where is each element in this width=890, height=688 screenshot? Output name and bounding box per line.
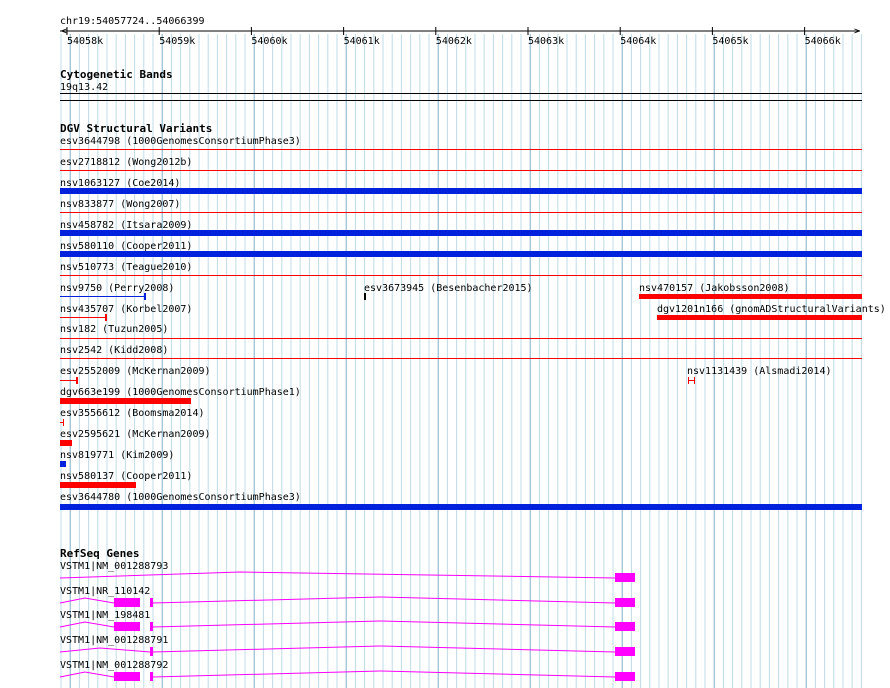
- variant-feature[interactable]: [60, 230, 862, 236]
- variant-label[interactable]: esv2718812 (Wong2012b): [60, 157, 192, 168]
- ruler-tick-label: 54061k: [344, 36, 380, 47]
- variant-feature-end: [105, 314, 107, 321]
- variant-feature-end: [63, 419, 64, 426]
- track-separator: [60, 100, 862, 101]
- gene-label[interactable]: VSTM1|NR_110142: [60, 586, 150, 597]
- variant-label[interactable]: nsv833877 (Wong2007): [60, 199, 180, 210]
- ruler-tick-label: 54060k: [251, 36, 287, 47]
- variant-feature[interactable]: [60, 358, 862, 359]
- cytoband-track-title: Cytogenetic Bands: [60, 68, 173, 81]
- variant-label[interactable]: esv2595621 (McKernan2009): [60, 429, 211, 440]
- gene-exon: [150, 622, 153, 631]
- variant-feature[interactable]: [60, 482, 136, 488]
- variant-label[interactable]: nsv819771 (Kim2009): [60, 450, 174, 461]
- gene-exon: [150, 598, 153, 607]
- variant-feature[interactable]: [60, 461, 66, 467]
- variant-feature[interactable]: [60, 380, 77, 381]
- gene-exon: [114, 598, 140, 607]
- variant-feature[interactable]: [60, 338, 862, 339]
- variant-label[interactable]: esv3673945 (Besenbacher2015): [364, 283, 533, 294]
- variant-label[interactable]: nsv9750 (Perry2008): [60, 283, 174, 294]
- variant-label[interactable]: dgv1201n166 (gnomADStructuralVariants): [657, 304, 886, 315]
- cytoband-label: 19q13.42: [60, 82, 108, 93]
- variant-label[interactable]: nsv435707 (Korbel2007): [60, 304, 192, 315]
- variant-label[interactable]: nsv458782 (Itsara2009): [60, 220, 192, 231]
- gene-exon: [615, 647, 635, 656]
- variant-feature[interactable]: [60, 317, 106, 318]
- ruler-location: chr19:54057724..54066399: [60, 16, 205, 27]
- ruler-tick-label: 54063k: [528, 36, 564, 47]
- variant-label[interactable]: dgv663e199 (1000GenomesConsortiumPhase1): [60, 387, 301, 398]
- ruler-tick-label: 54065k: [712, 36, 748, 47]
- gene-intron: [152, 620, 616, 628]
- gene-label[interactable]: VSTM1|NM_001288793: [60, 561, 168, 572]
- gene-label[interactable]: VSTM1|NM_001288792: [60, 660, 168, 671]
- gene-intron: [152, 645, 616, 653]
- gene-exon: [150, 647, 153, 656]
- variant-feature-end: [76, 377, 78, 384]
- variant-label[interactable]: esv3644780 (1000GenomesConsortiumPhase3): [60, 492, 301, 503]
- variant-feature-end: [694, 377, 695, 384]
- ruler-track: chr19:54057724..54066399 < > 54058k 54059…: [60, 16, 860, 47]
- gene-intron: [59, 671, 115, 678]
- dgv-track-title: DGV Structural Variants: [60, 122, 212, 135]
- variant-label[interactable]: nsv182 (Tuzun2005): [60, 324, 168, 335]
- ruler-ticks: 54058k 54059k 54060k 54061k 54062k 54063k 5406…: [66, 27, 841, 47]
- gene-exon: [615, 573, 635, 582]
- variant-feature-end: [688, 377, 689, 384]
- genome-browser-canvas: chr19:54057724..54066399 < > 54058k 54059…: [59, 16, 886, 688]
- variant-label[interactable]: esv3556612 (Boomsma2014): [60, 408, 205, 419]
- variant-feature[interactable]: [60, 212, 862, 213]
- gene-exon: [615, 622, 635, 631]
- variant-feature-end: [144, 293, 146, 300]
- refseq-track-title: RefSeq Genes: [60, 547, 139, 560]
- ruler-tick-label: 54064k: [620, 36, 656, 47]
- gene-exon: [114, 672, 140, 681]
- variant-label[interactable]: esv2552009 (McKernan2009): [60, 366, 211, 377]
- variant-label[interactable]: nsv580137 (Cooper2011): [60, 471, 192, 482]
- gene-exon: [615, 672, 635, 681]
- variant-label[interactable]: esv3644798 (1000GenomesConsortiumPhase3): [60, 136, 301, 147]
- cytoband-bar[interactable]: [60, 93, 862, 94]
- variant-feature[interactable]: [60, 296, 145, 297]
- variant-feature[interactable]: [60, 170, 862, 171]
- gene-label[interactable]: VSTM1|NM_198481: [60, 610, 150, 621]
- gene-intron: [59, 621, 115, 628]
- variant-feature[interactable]: [60, 440, 72, 446]
- gene-exon: [615, 598, 635, 607]
- ruler-right-arrow-icon[interactable]: >: [854, 26, 860, 37]
- variant-label[interactable]: nsv470157 (Jakobsson2008): [639, 283, 790, 294]
- gene-intron: [59, 647, 151, 653]
- variant-label[interactable]: nsv580110 (Cooper2011): [60, 241, 192, 252]
- variant-feature[interactable]: [688, 380, 695, 381]
- ruler-tick-label: 54058k: [67, 36, 103, 47]
- variant-label[interactable]: nsv1063127 (Coe2014): [60, 178, 180, 189]
- variant-label[interactable]: nsv510773 (Teague2010): [60, 262, 192, 273]
- variant-feature[interactable]: [657, 315, 862, 320]
- gene-exon: [114, 622, 140, 631]
- variant-feature[interactable]: [60, 398, 191, 404]
- gene-intron: [152, 596, 616, 604]
- variant-feature[interactable]: [60, 504, 862, 510]
- gene-intron: [152, 670, 616, 678]
- ruler-tick-label: 54059k: [159, 36, 195, 47]
- ruler-tick-label: 54066k: [805, 36, 841, 47]
- gene-intron: [59, 597, 115, 604]
- variant-feature[interactable]: [364, 293, 366, 300]
- variant-feature[interactable]: [639, 294, 862, 299]
- variant-label[interactable]: nsv1131439 (Alsmadi2014): [687, 366, 832, 377]
- variant-feature[interactable]: [60, 251, 862, 257]
- variant-feature[interactable]: [60, 188, 862, 194]
- variant-label[interactable]: nsv2542 (Kidd2008): [60, 345, 168, 356]
- dgv-track: DGV Structural Variants esv3644798 (1000…: [60, 122, 886, 510]
- gene-label[interactable]: VSTM1|NM_001288791: [60, 635, 168, 646]
- ruler-tick-label: 54062k: [436, 36, 472, 47]
- variant-feature[interactable]: [60, 149, 862, 150]
- variant-feature[interactable]: [60, 275, 862, 276]
- gene-exon: [150, 672, 153, 681]
